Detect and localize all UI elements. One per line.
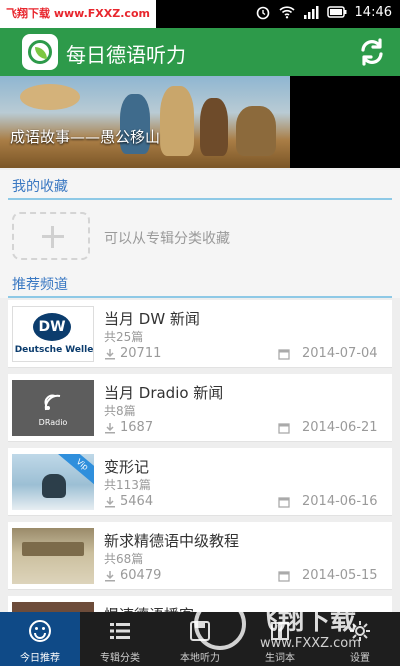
disk-icon: [190, 621, 210, 641]
calendar-icon: [278, 571, 290, 582]
battery-icon: [326, 6, 347, 18]
channel-thumbnail: [12, 528, 94, 584]
dradio-logo-text: DRadio: [38, 418, 68, 427]
nav-albums[interactable]: 专辑分类: [80, 612, 160, 666]
clock: 14:46: [354, 4, 392, 20]
channel-downloads: 1687: [120, 420, 154, 435]
status-bar: 飞翔下载 www.FXXZ.com 14:46: [0, 0, 400, 28]
channel-count: 共113篇: [104, 478, 151, 492]
refresh-icon[interactable]: [356, 36, 388, 68]
nav-label: 本地听力: [180, 653, 220, 664]
channel-item[interactable]: DW Deutsche Welle 当月 DW 新闻 共25篇 20711 20…: [8, 300, 392, 368]
download-icon: [105, 349, 115, 360]
smiley-icon: [29, 620, 51, 642]
channel-thumbnail: DW Deutsche Welle: [12, 306, 94, 362]
channel-downloads: 60479: [120, 568, 162, 583]
channel-thumbnail: DRadio: [12, 380, 94, 436]
download-icon: [105, 423, 115, 434]
dw-logo: DW: [33, 313, 71, 341]
channel-item[interactable]: 新求精德语中级教程 共68篇 60479 2014-05-15: [8, 522, 392, 590]
channel-count: 共25篇: [104, 330, 144, 344]
nav-label: 今日推荐: [20, 653, 60, 664]
channel-count: 共8篇: [104, 404, 136, 418]
calendar-icon: [278, 423, 290, 434]
nav-vocabulary[interactable]: 生词本: [240, 612, 320, 666]
channel-item[interactable]: DRadio 当月 Dradio 新闻 共8篇 1687 2014-06-21: [8, 374, 392, 442]
app-bar: 每日德语听力: [0, 28, 400, 76]
list-icon: [110, 623, 130, 639]
bottom-navigation: 今日推荐 专辑分类 本地听力 生词本 设置: [0, 612, 400, 666]
channel-downloads: 5464: [120, 494, 154, 509]
channel-title: 当月 DW 新闻: [104, 310, 200, 328]
favorites-title: 我的收藏: [12, 179, 68, 195]
favorites-header: 我的收藏: [0, 170, 400, 200]
nav-label: 专辑分类: [100, 653, 140, 664]
channel-downloads: 20711: [120, 346, 162, 361]
favorites-area: 可以从专辑分类收藏: [0, 200, 400, 268]
nav-settings[interactable]: 设置: [320, 612, 400, 666]
recommended-title: 推荐频道: [12, 277, 68, 293]
channel-thumbnail: Vip: [12, 454, 94, 510]
book-icon: [271, 622, 289, 640]
channel-date: 2014-07-04: [302, 346, 378, 361]
wifi-icon: [278, 6, 295, 19]
app-title: 每日德语听力: [66, 43, 186, 67]
channel-item[interactable]: Vip 变形记 共113篇 5464 2014-06-16: [8, 448, 392, 516]
download-icon: [105, 497, 115, 508]
channel-count: 共68篇: [104, 552, 144, 566]
app-logo: [22, 34, 58, 70]
recommended-header: 推荐频道: [0, 268, 400, 298]
favorites-hint: 可以从专辑分类收藏: [104, 231, 230, 247]
alarm-icon: [256, 6, 269, 20]
nav-label: 设置: [350, 653, 370, 664]
channel-date: 2014-06-21: [302, 420, 378, 435]
calendar-icon: [278, 497, 290, 508]
dw-logo-text: Deutsche Welle: [14, 345, 94, 355]
signal-icon: [303, 6, 319, 19]
nav-label: 生词本: [265, 653, 295, 664]
divider: [8, 296, 392, 298]
channel-date: 2014-05-15: [302, 568, 378, 583]
banner-carousel[interactable]: 成语故事——愚公移山: [0, 76, 400, 168]
nav-today[interactable]: 今日推荐: [0, 612, 80, 666]
watermark-text: 飞翔下载 www.FXXZ.com: [0, 0, 156, 28]
channel-title: 变形记: [104, 458, 150, 476]
channel-title: 当月 Dradio 新闻: [104, 384, 224, 402]
status-icons: 14:46: [255, 4, 392, 20]
channel-title: 新求精德语中级教程: [104, 532, 240, 550]
add-favorite-button[interactable]: [12, 212, 90, 260]
banner-image: [0, 76, 290, 168]
download-icon: [105, 571, 115, 582]
banner-caption: 成语故事——愚公移山: [10, 128, 161, 146]
nav-local[interactable]: 本地听力: [160, 612, 240, 666]
gear-icon: [350, 621, 370, 641]
channel-date: 2014-06-16: [302, 494, 378, 509]
calendar-icon: [278, 349, 290, 360]
broadcast-icon: [44, 394, 61, 411]
